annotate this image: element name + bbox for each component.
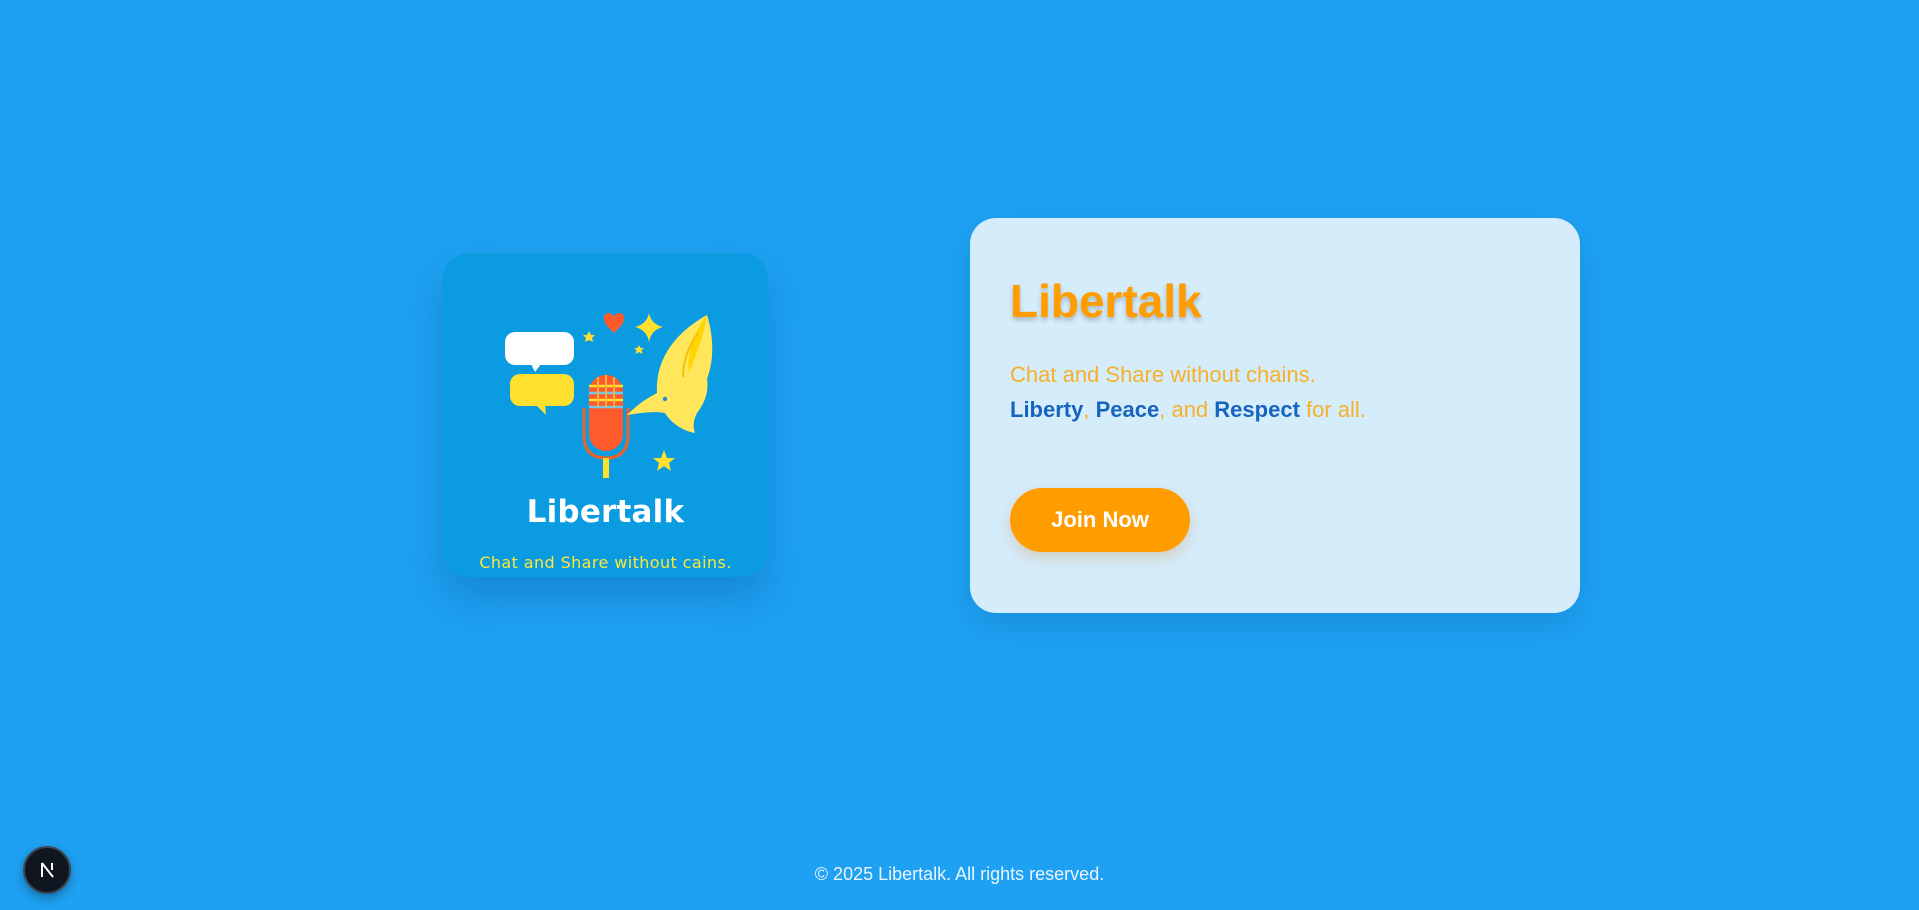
nextjs-icon <box>41 862 54 878</box>
nextjs-dev-badge[interactable] <box>23 846 71 894</box>
logo-tagline: Chat and Share without cains. <box>479 553 732 572</box>
small-star-icon <box>583 331 595 342</box>
libertalk-logo-card: Libertalk Chat and Share without cains. <box>443 253 768 577</box>
hero-subtitle: Chat and Share without chains. <box>1010 362 1316 387</box>
hero-card: Libertalk Chat and Share without chains.… <box>970 218 1580 613</box>
speech-bubble-yellow-icon <box>510 374 574 415</box>
value-peace: Peace <box>1095 397 1160 422</box>
sparkle-icon <box>635 313 663 342</box>
logo-wordmark: Libertalk <box>526 494 685 530</box>
small-star-icon <box>634 345 644 354</box>
join-now-button[interactable]: Join Now <box>1010 488 1190 552</box>
speech-bubble-white-icon <box>505 332 574 372</box>
hero-values-line: Liberty, Peace, and Respect for all. <box>1010 399 1366 421</box>
star-icon <box>653 450 675 471</box>
values-separator: , and <box>1159 397 1209 422</box>
values-suffix: for all. <box>1306 397 1366 422</box>
logo-illustration <box>505 313 713 478</box>
values-separator: , <box>1083 397 1090 422</box>
footer-copyright: © 2025 Libertalk. All rights reserved. <box>814 864 1105 884</box>
dove-icon <box>627 315 713 433</box>
heart-icon <box>603 313 625 333</box>
value-liberty: Liberty <box>1010 397 1084 422</box>
value-respect: Respect <box>1214 397 1300 422</box>
brand-title: Libertalk <box>1010 275 1202 327</box>
microphone-icon <box>582 375 630 478</box>
